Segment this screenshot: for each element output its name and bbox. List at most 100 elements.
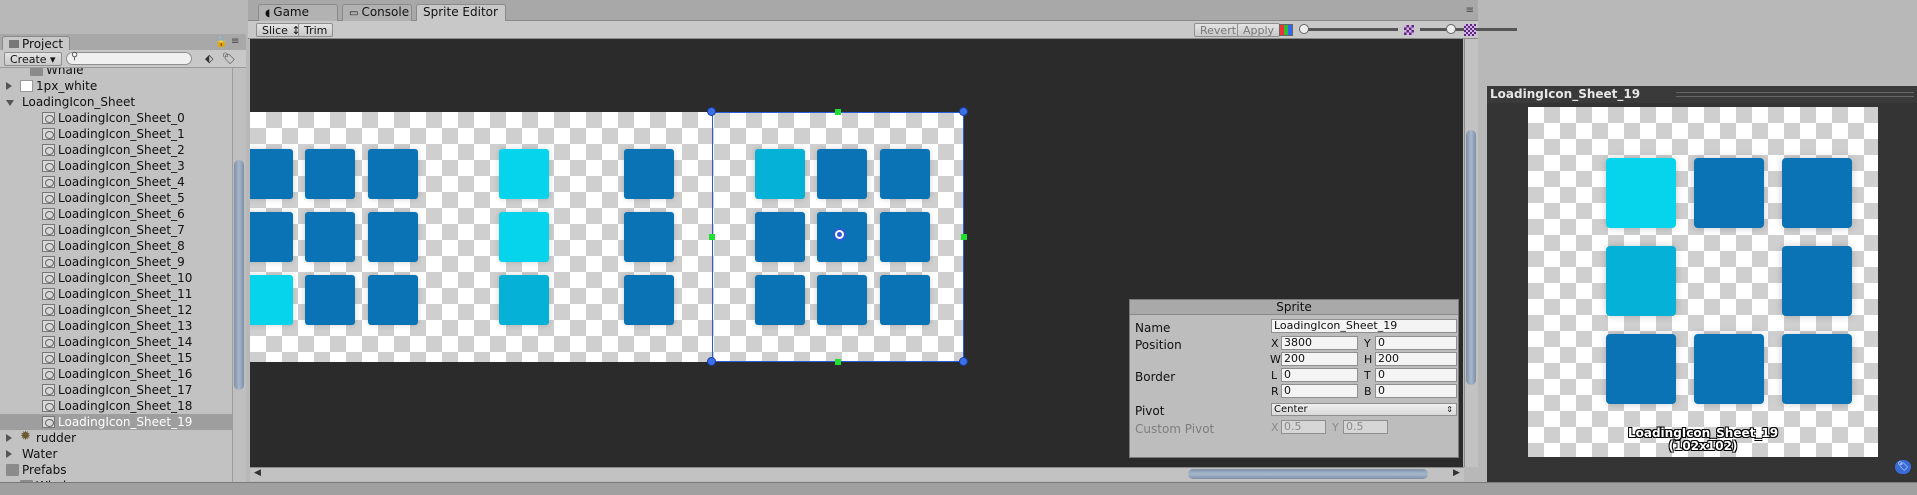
canvas-vertical-scroll-thumb[interactable]: [1466, 130, 1476, 385]
list-item[interactable]: ✹ rudder: [0, 430, 232, 446]
create-button[interactable]: Create ▾: [4, 52, 62, 66]
list-item[interactable]: LoadingIcon_Sheet_18: [0, 398, 232, 414]
tab-game[interactable]: ◖ Game: [258, 4, 338, 21]
custom-pivot-y-label: Y: [1332, 421, 1339, 434]
list-item[interactable]: LoadingIcon_Sheet_17: [0, 382, 232, 398]
list-item[interactable]: LoadingIcon_Sheet_19: [0, 414, 232, 430]
x-label: X: [1271, 337, 1279, 350]
preview-caption-size: (102x102): [1668, 439, 1738, 453]
preview-image: [1528, 107, 1878, 457]
sprite-icon: [42, 368, 55, 380]
scroll-left-icon[interactable]: ◀: [254, 468, 261, 478]
project-toolbar: Create ▾ ⚲ ⬖ 🏷: [0, 50, 246, 68]
border-top-field[interactable]: 0: [1375, 368, 1457, 382]
sprite-frame-square: [305, 149, 355, 199]
list-item[interactable]: LoadingIcon_Sheet_10: [0, 270, 232, 286]
resize-handle-left[interactable]: [709, 234, 715, 240]
resize-handle-right[interactable]: [961, 234, 967, 240]
collapse-arrow-icon[interactable]: [6, 82, 12, 90]
sprite-icon: [42, 320, 55, 332]
list-item-label: rudder: [36, 431, 77, 445]
sprite-icon: [42, 416, 55, 428]
lock-icon[interactable]: 🔒: [215, 37, 227, 48]
list-item[interactable]: LoadingIcon_Sheet_8: [0, 238, 232, 254]
list-item[interactable]: Prefabs: [0, 462, 232, 478]
list-item[interactable]: Water: [0, 446, 232, 462]
trim-button[interactable]: Trim: [298, 23, 334, 37]
panel-menu-icon[interactable]: ≡: [1466, 5, 1474, 16]
list-item[interactable]: LoadingIcon_Sheet_0: [0, 110, 232, 126]
border-left-field[interactable]: 0: [1281, 368, 1358, 382]
list-item-label: LoadingIcon_Sheet_15: [58, 351, 193, 365]
apply-button[interactable]: Apply: [1237, 23, 1281, 37]
list-item[interactable]: LoadingIcon_Sheet_15: [0, 350, 232, 366]
sprite-icon: [42, 240, 55, 252]
width-field[interactable]: 200: [1281, 352, 1358, 366]
list-item[interactable]: LoadingIcon_Sheet_9: [0, 254, 232, 270]
list-item-label: LoadingIcon_Sheet_6: [58, 207, 185, 221]
search-input[interactable]: ⚲: [66, 51, 192, 65]
scroll-right-icon[interactable]: ▶: [1453, 468, 1460, 478]
resize-handle-bottom[interactable]: [835, 359, 841, 365]
tab-project[interactable]: Project: [2, 36, 71, 51]
list-item[interactable]: LoadingIcon_Sheet_1: [0, 126, 232, 142]
zoom-slider[interactable]: [1303, 28, 1398, 31]
list-item[interactable]: Whale: [0, 68, 232, 78]
tab-sprite-editor[interactable]: Sprite Editor: [416, 4, 506, 21]
list-item[interactable]: LoadingIcon_Sheet_14: [0, 334, 232, 350]
preview-title-grip: [1676, 92, 1914, 97]
custom-pivot-x-label: X: [1271, 421, 1279, 434]
resize-handle-bottom-right[interactable]: [959, 357, 968, 366]
pivot-dropdown[interactable]: Center ⇕: [1271, 403, 1457, 416]
list-item[interactable]: LoadingIcon_Sheet_7: [0, 222, 232, 238]
list-item[interactable]: LoadingIcon_Sheet_11: [0, 286, 232, 302]
project-scroll-thumb[interactable]: [234, 160, 244, 390]
resize-handle-bottom-left[interactable]: [707, 357, 716, 366]
list-item[interactable]: LoadingIcon_Sheet_3: [0, 158, 232, 174]
list-item[interactable]: LoadingIcon_Sheet_16: [0, 366, 232, 382]
border-right-field[interactable]: 0: [1281, 384, 1358, 398]
list-item[interactable]: LoadingIcon_Sheet_2: [0, 142, 232, 158]
resize-handle-top-right[interactable]: [959, 107, 968, 116]
console-icon: ▭: [349, 8, 359, 19]
position-label: Position: [1135, 338, 1182, 352]
sprite-frame-square: [624, 275, 674, 325]
y-label: Y: [1364, 337, 1371, 350]
resize-handle-top[interactable]: [835, 109, 841, 115]
folder-icon: [6, 464, 19, 476]
list-item-label: Whale: [46, 68, 84, 77]
list-item[interactable]: 1px_white: [0, 78, 232, 94]
revert-button[interactable]: Revert: [1194, 23, 1243, 37]
collapse-arrow-icon[interactable]: [6, 450, 12, 458]
sprite-frame-square: [305, 275, 355, 325]
list-item-label: LoadingIcon_Sheet_11: [58, 287, 193, 301]
position-x-field[interactable]: 3800: [1281, 336, 1358, 350]
canvas-horizontal-scroll-thumb[interactable]: [1188, 469, 1428, 479]
list-item[interactable]: LoadingIcon_Sheet_12: [0, 302, 232, 318]
mip-slider-knob[interactable]: [1446, 24, 1456, 34]
list-item[interactable]: LoadingIcon_Sheet_4: [0, 174, 232, 190]
resize-handle-top-left[interactable]: [707, 107, 716, 116]
color-channel-icon[interactable]: [1279, 24, 1293, 36]
preview-square: [1782, 334, 1852, 404]
name-field[interactable]: LoadingIcon_Sheet_19: [1271, 319, 1457, 333]
height-field[interactable]: 200: [1375, 352, 1457, 366]
label-filter-icon[interactable]: 🏷: [222, 52, 236, 65]
expand-arrow-icon[interactable]: [6, 100, 14, 106]
list-item[interactable]: LoadingIcon_Sheet: [0, 94, 232, 110]
list-item[interactable]: LoadingIcon_Sheet_13: [0, 318, 232, 334]
list-item-label: LoadingIcon_Sheet_3: [58, 159, 185, 173]
asset-label-icon[interactable]: 🏷: [1895, 460, 1911, 474]
tab-console[interactable]: ▭ Console: [342, 4, 412, 21]
list-item[interactable]: LoadingIcon_Sheet_6: [0, 206, 232, 222]
position-y-field[interactable]: 0: [1375, 336, 1457, 350]
zoom-slider-knob[interactable]: [1299, 24, 1309, 34]
pivot-handle[interactable]: [833, 228, 846, 241]
list-item-label: LoadingIcon_Sheet_19: [58, 415, 193, 429]
border-bottom-field[interactable]: 0: [1375, 384, 1457, 398]
filter-type-icon[interactable]: ⬖: [205, 52, 213, 65]
panel-menu-icon[interactable]: ≡: [231, 36, 239, 47]
collapse-arrow-icon[interactable]: [6, 434, 12, 442]
list-item[interactable]: LoadingIcon_Sheet_5: [0, 190, 232, 206]
dropdown-arrow-icon: ⇕: [1446, 405, 1453, 414]
